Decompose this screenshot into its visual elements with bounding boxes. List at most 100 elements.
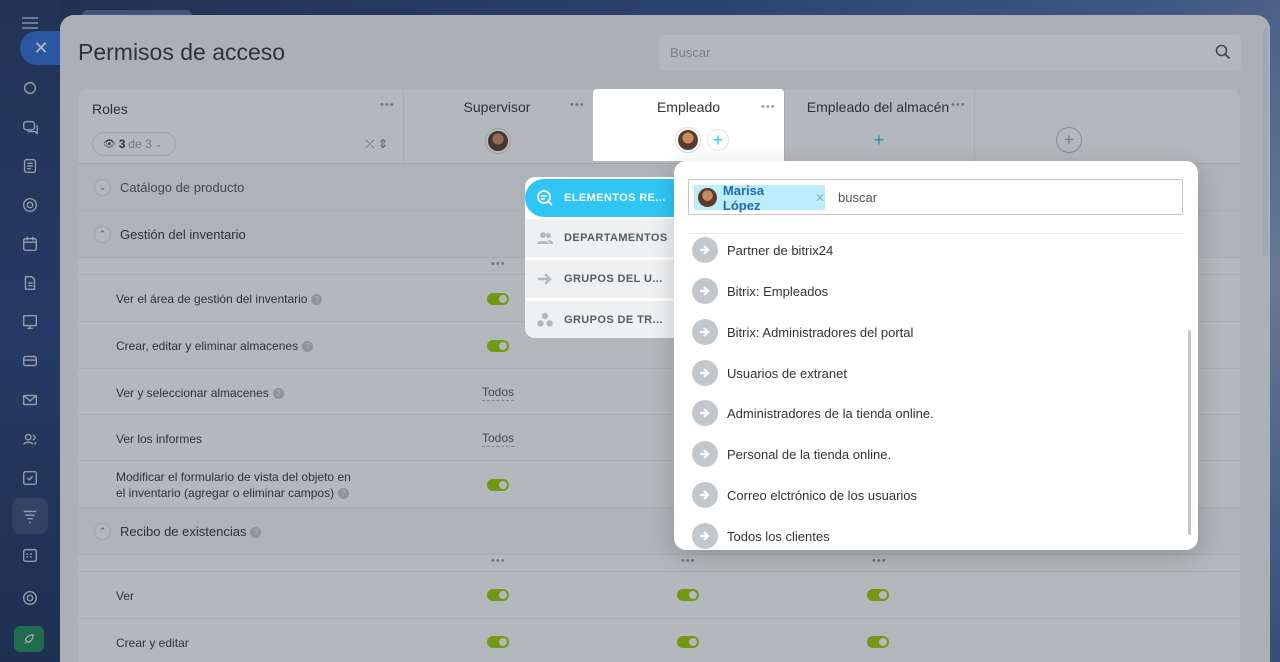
documents-icon[interactable] <box>20 273 40 293</box>
popup-scrollbar[interactable] <box>1188 330 1191 535</box>
empleado-menu-button[interactable]: ••• <box>761 101 776 113</box>
empleado-add-member-button[interactable]: + <box>707 129 729 151</box>
chevron-down-icon: ⌄ <box>154 138 163 149</box>
help-icon[interactable]: ? <box>311 294 323 306</box>
schedule-icon[interactable] <box>20 545 40 565</box>
help-icon[interactable]: ? <box>338 488 350 500</box>
eye-icon: 👁 <box>103 138 116 150</box>
filter-count: 3 <box>118 137 126 151</box>
tab-user-groups[interactable]: GRUPOS DEL U... <box>525 260 677 298</box>
chip-label: Marisa López <box>722 182 765 213</box>
menu-icon[interactable] <box>22 17 38 29</box>
tab-departments[interactable]: DEPARTAMENTOS <box>525 219 677 257</box>
mail-icon[interactable] <box>20 390 40 410</box>
crm-icon[interactable] <box>20 195 40 215</box>
arrow-right-icon <box>692 360 718 386</box>
arrow-right-icon <box>692 441 718 467</box>
help-icon[interactable]: ? <box>302 341 314 353</box>
messages-icon[interactable] <box>20 117 40 137</box>
search-input[interactable]: Buscar <box>659 35 1241 70</box>
roles-menu-button[interactable]: ••• <box>380 99 395 111</box>
chat-icon[interactable] <box>20 78 40 98</box>
search-list-icon <box>537 190 553 206</box>
empleado-column-header: Empleado ••• + <box>593 89 784 161</box>
receipt-supervisor-menu[interactable]: ••• <box>491 555 506 567</box>
toggle-switch[interactable] <box>487 589 509 601</box>
toggle-switch[interactable] <box>867 589 889 601</box>
tab-label: GRUPOS DEL U... <box>564 273 663 285</box>
list-item[interactable]: Bitrix: Empleados <box>692 278 828 304</box>
chevron-down-icon[interactable]: ⌄ <box>94 179 111 196</box>
list-item-label: Partner de bitrix24 <box>727 242 834 258</box>
value-todos[interactable]: Todos <box>482 385 515 401</box>
selected-chip[interactable]: Marisa López ✕ <box>694 182 825 213</box>
supervisor-menu-button[interactable]: ••• <box>570 99 585 111</box>
permission-label: Ver los informes <box>116 432 203 446</box>
empleado-avatar[interactable] <box>676 128 700 152</box>
list-item-label: Bitrix: Administradores del portal <box>727 324 914 340</box>
toggle-switch[interactable] <box>487 340 509 352</box>
column-empleado-almacen: Empleado del almacén <box>806 99 950 115</box>
close-slider-button[interactable]: ✕ <box>20 31 60 65</box>
list-item-label: Administradores de la tienda online. <box>727 405 934 421</box>
list-item-label: Correo elctrónico de los usuarios <box>727 487 918 503</box>
receipt-almacen-menu[interactable]: ••• <box>872 555 887 567</box>
list-item[interactable]: Todos los clientes <box>692 523 830 549</box>
search-icon[interactable] <box>1215 44 1231 60</box>
list-item-label: Todos los clientes <box>727 528 830 544</box>
row-dots: ••• ••• ••• <box>78 555 1240 572</box>
selector-input-box[interactable]: Marisa López ✕ buscar <box>688 179 1183 215</box>
list-item[interactable]: Personal de la tienda online. <box>692 441 891 467</box>
section-inventory-label: Gestión del inventario <box>120 227 246 242</box>
almacen-add-member-button[interactable]: + <box>868 130 890 152</box>
toggle-switch[interactable] <box>487 293 509 305</box>
toggle-switch[interactable] <box>867 636 889 648</box>
tab-recent-elements[interactable]: ELEMENTOS RE... <box>525 179 677 217</box>
list-item[interactable]: Usuarios de extranet <box>692 360 847 386</box>
tab-work-groups[interactable]: GRUPOS DE TR... <box>525 301 677 338</box>
column-empleado: Empleado <box>656 99 721 115</box>
list-item-label: Usuarios de extranet <box>727 365 847 381</box>
arrow-right-icon <box>692 278 718 304</box>
almacen-menu-button[interactable]: ••• <box>951 99 966 111</box>
calendar-icon[interactable] <box>20 234 40 254</box>
arrow-right-icon <box>692 482 718 508</box>
supervisor-avatar[interactable] <box>486 129 510 153</box>
permission-label: Crear, editar y eliminar almacenes? <box>116 338 314 354</box>
toggle-switch[interactable] <box>677 589 699 601</box>
permission-label: Ver <box>116 589 135 603</box>
collapse-all-icon[interactable]: ⤫ ⇕ <box>365 137 388 152</box>
value-todos[interactable]: Todos <box>482 431 515 447</box>
list-item[interactable]: Administradores de la tienda online. <box>692 400 934 426</box>
section-receipt-label: Recibo de existencias? <box>120 524 262 539</box>
toggle-switch[interactable] <box>487 636 509 648</box>
toggle-switch[interactable] <box>677 636 699 648</box>
payments-icon[interactable] <box>20 351 40 371</box>
board-icon[interactable] <box>20 312 40 332</box>
help-icon[interactable]: ? <box>272 388 284 400</box>
toggle-switch[interactable] <box>487 479 509 491</box>
inventory-supervisor-menu[interactable]: ••• <box>491 258 506 270</box>
list-item[interactable]: Correo elctrónico de los usuarios <box>692 482 917 508</box>
help-icon[interactable]: ? <box>250 527 262 539</box>
close-icon[interactable]: ✕ <box>815 191 825 205</box>
checklist-icon[interactable] <box>20 468 40 488</box>
people-icon <box>537 232 553 244</box>
roles-filter-pill[interactable]: 👁 3 de 3 ⌄ <box>92 132 176 156</box>
arrow-right-icon <box>692 237 718 263</box>
chevron-up-icon[interactable]: ⌃ <box>94 226 111 243</box>
table-row: Crear y editar <box>78 619 1240 662</box>
list-item[interactable]: Bitrix: Administradores del portal <box>692 319 913 345</box>
page-scrollbar[interactable] <box>1263 28 1268 256</box>
selector-search-input[interactable]: buscar <box>838 190 877 205</box>
rocket-icon[interactable] <box>14 626 44 652</box>
list-item[interactable]: Partner de bitrix24 <box>692 237 833 263</box>
chevron-up-icon[interactable]: ⌃ <box>94 523 111 540</box>
contacts-icon[interactable] <box>20 429 40 449</box>
tasks-icon[interactable] <box>20 156 40 176</box>
arrow-right-icon <box>692 523 718 549</box>
settings-icon[interactable] <box>20 588 40 608</box>
inventory-icon[interactable] <box>20 506 40 526</box>
receipt-empleado-menu[interactable]: ••• <box>681 555 696 567</box>
add-role-button[interactable]: + <box>1056 127 1082 153</box>
